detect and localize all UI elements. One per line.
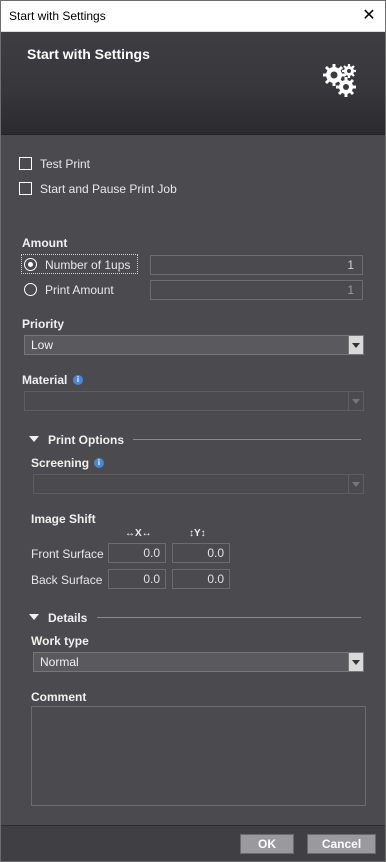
cancel-button[interactable]: Cancel <box>307 834 376 854</box>
ok-button[interactable]: OK <box>240 834 294 854</box>
collapse-triangle-icon[interactable] <box>29 436 39 442</box>
priority-select[interactable]: Low <box>24 335 364 355</box>
print-amount-label: Print Amount <box>45 283 114 297</box>
front-x-input[interactable]: 0.0 <box>108 543 166 563</box>
front-y-input[interactable]: 0.0 <box>172 543 230 563</box>
start-with-settings-dialog: Start with Settings ✕ Start with Setting… <box>0 0 386 862</box>
chevron-down-icon[interactable] <box>348 653 363 671</box>
number-of-ups-input[interactable]: 1 <box>150 255 363 275</box>
back-y-input[interactable]: 0.0 <box>172 569 230 589</box>
material-heading: Material <box>22 373 68 387</box>
priority-value: Low <box>31 338 54 352</box>
front-surface-label: Front Surface <box>31 547 104 561</box>
header-title: Start with Settings <box>27 46 150 62</box>
divider <box>133 439 361 440</box>
close-icon[interactable]: ✕ <box>353 1 385 31</box>
header-banner: Start with Settings <box>1 32 385 135</box>
screening-heading: Screening <box>31 456 90 470</box>
divider <box>97 617 361 618</box>
number-of-ups-radio[interactable] <box>24 258 37 271</box>
test-print-label: Test Print <box>40 157 91 171</box>
screening-select[interactable] <box>33 474 364 494</box>
comment-textarea[interactable] <box>31 706 366 806</box>
details-heading[interactable]: Details <box>48 611 87 625</box>
info-icon[interactable]: i <box>73 375 83 385</box>
work-type-value: Normal <box>40 655 79 669</box>
chevron-down-icon[interactable] <box>348 475 363 493</box>
work-type-select[interactable]: Normal <box>33 652 364 672</box>
print-amount-radio[interactable] <box>24 283 37 296</box>
test-print-checkbox[interactable] <box>19 157 32 170</box>
comment-heading: Comment <box>31 690 87 704</box>
gears-icon <box>323 64 356 97</box>
back-surface-label: Back Surface <box>31 573 103 587</box>
title-bar: Start with Settings ✕ <box>1 1 385 32</box>
print-amount-input[interactable]: 1 <box>150 280 363 300</box>
chevron-down-icon[interactable] <box>348 336 363 354</box>
chevron-down-icon[interactable] <box>348 392 363 410</box>
start-pause-checkbox[interactable] <box>19 182 32 195</box>
work-type-heading: Work type <box>31 634 89 648</box>
dialog-content: Test Print Start and Pause Print Job Amo… <box>1 135 385 825</box>
print-options-heading[interactable]: Print Options <box>48 433 124 447</box>
x-axis-header: ↔X↔ <box>125 528 152 539</box>
back-x-input[interactable]: 0.0 <box>108 569 166 589</box>
window-title: Start with Settings <box>9 9 106 23</box>
y-axis-header: ↕Y↕ <box>189 528 206 539</box>
number-of-ups-label: Number of 1ups <box>45 258 131 272</box>
amount-heading: Amount <box>22 236 68 250</box>
image-shift-heading: Image Shift <box>31 512 96 526</box>
start-pause-label: Start and Pause Print Job <box>40 182 177 196</box>
info-icon[interactable]: i <box>94 458 104 468</box>
collapse-triangle-icon[interactable] <box>29 614 39 620</box>
dialog-footer: OK Cancel <box>1 825 385 861</box>
material-select[interactable] <box>24 391 364 411</box>
priority-heading: Priority <box>22 317 65 331</box>
